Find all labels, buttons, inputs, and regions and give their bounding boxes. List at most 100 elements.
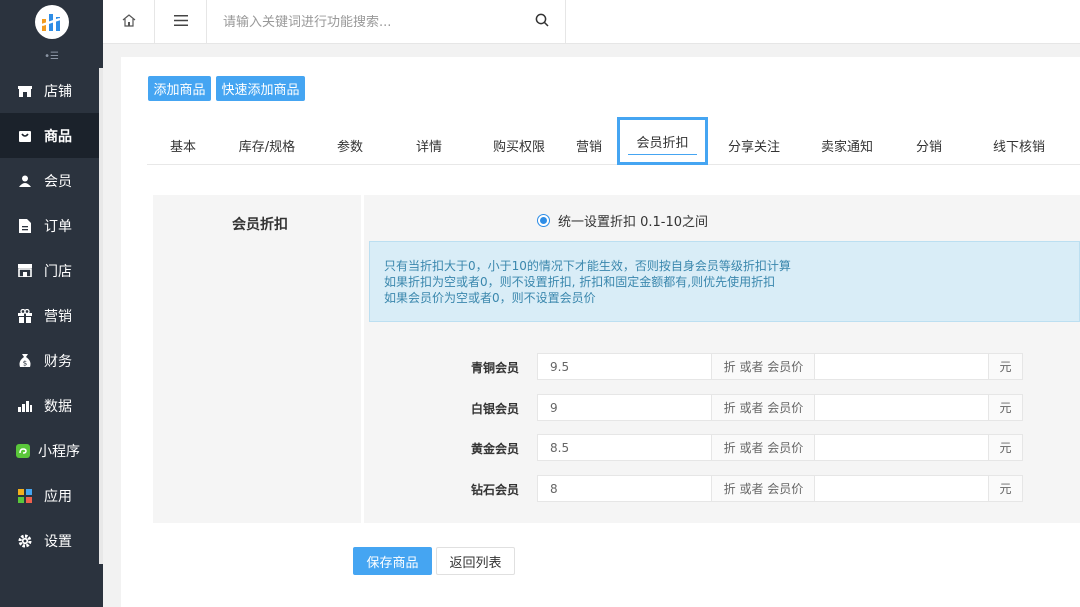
tab-seller-notify[interactable]: 卖家通知: [812, 125, 882, 165]
tab-bar: 基本 库存/规格 参数 详情 购买权限 营销 会员折扣 分享关注 卖家通知 分销…: [147, 117, 1080, 165]
sidebar-item-marketing[interactable]: 营销: [0, 293, 103, 338]
unit-addon: 元: [988, 475, 1023, 502]
member-level-row: 白银会员 折 或者 会员价 元: [364, 394, 1080, 421]
sidebar-item-label: 营销: [44, 308, 72, 325]
sidebar-item-member[interactable]: 会员: [0, 158, 103, 203]
active-tab-underline: [628, 154, 697, 155]
sidebar-item-settings[interactable]: 设置: [0, 518, 103, 563]
order-icon: [18, 218, 32, 233]
tab-basic[interactable]: 基本: [157, 125, 209, 165]
goods-icon: [18, 129, 32, 143]
tab-offline-verify[interactable]: 线下核销: [977, 125, 1061, 165]
discount-input[interactable]: [538, 359, 711, 374]
main-content: 添加商品 快速添加商品 基本 库存/规格 参数 详情 购买权限 营销 会员折扣 …: [121, 57, 1080, 607]
notice-line: 只有当折扣大于0，小于10的情况下才能生效，否则按自身会员等级折扣计算: [384, 259, 791, 273]
tab-member-discount-label: 会员折扣: [636, 135, 689, 151]
tab-stock-spec[interactable]: 库存/规格: [234, 125, 300, 165]
sidebar-item-apps[interactable]: 应用: [0, 473, 103, 518]
sidebar-item-label: 数据: [44, 398, 72, 415]
discount-addon: 折 或者 会员价: [712, 394, 815, 421]
unit-addon: 元: [988, 353, 1023, 380]
member-price-field: [814, 434, 989, 461]
bar-chart-icon: [18, 399, 32, 413]
member-price-field: [814, 475, 989, 502]
discount-field: [537, 394, 712, 421]
sidebar-item-data[interactable]: 数据: [0, 383, 103, 428]
member-price-input[interactable]: [815, 359, 988, 374]
discount-addon: 折 或者 会员价: [712, 475, 815, 502]
gear-icon: [18, 534, 32, 548]
member-price-input[interactable]: [815, 440, 988, 455]
search-input[interactable]: [223, 14, 503, 30]
section-label: 会员折扣: [232, 217, 288, 233]
tab-purchase-permission[interactable]: 购买权限: [484, 125, 554, 165]
sidebar-item-order[interactable]: 订单: [0, 203, 103, 248]
unit-addon: 元: [988, 394, 1023, 421]
member-level-label: 青铜会员: [470, 361, 519, 375]
unit-addon: 元: [988, 434, 1023, 461]
sidebar-item-shop[interactable]: 门店: [0, 248, 103, 293]
discount-field: [537, 434, 712, 461]
member-price-field: [814, 394, 989, 421]
unified-discount-option[interactable]: 统一设置折扣 0.1-10之间: [537, 211, 708, 230]
discount-input[interactable]: [538, 481, 711, 496]
sidebar-item-goods[interactable]: 商品: [0, 113, 103, 158]
menu-toggle-button[interactable]: [155, 0, 207, 44]
sidebar-item-mini-program[interactable]: 小程序: [0, 428, 103, 473]
sidebar-item-label: 订单: [44, 218, 72, 235]
sidebar-item-label: 店铺: [44, 83, 72, 100]
logo[interactable]: [34, 5, 69, 39]
sidebar-item-label: 小程序: [38, 443, 80, 460]
svg-text:$: $: [23, 359, 27, 367]
money-bag-icon: $: [18, 353, 32, 368]
member-level-label: 钻石会员: [470, 483, 519, 497]
discount-field: [537, 353, 712, 380]
tab-detail[interactable]: 详情: [402, 125, 456, 165]
store-icon: [18, 84, 32, 98]
sidebar-item-label: 财务: [44, 353, 72, 370]
discount-notice: 只有当折扣大于0，小于10的情况下才能生效，否则按自身会员等级折扣计算 如果折扣…: [369, 241, 1080, 322]
member-level-row: 青铜会员 折 或者 会员价 元: [364, 353, 1080, 380]
member-level-row: 钻石会员 折 或者 会员价 元: [364, 475, 1080, 502]
tab-params[interactable]: 参数: [323, 125, 377, 165]
logo-area: [0, 0, 103, 44]
sidebar-item-store[interactable]: 店铺: [0, 68, 103, 113]
member-price-input[interactable]: [815, 481, 988, 496]
collapse-menu-icon[interactable]: •☰: [0, 44, 103, 68]
discount-form-panel: 统一设置折扣 0.1-10之间 只有当折扣大于0，小于10的情况下才能生效，否则…: [364, 195, 1080, 523]
back-to-list-button[interactable]: 返回列表: [436, 547, 515, 575]
sidebar-scrollbar[interactable]: [99, 68, 103, 564]
member-icon: [18, 174, 32, 188]
mini-program-icon: [16, 443, 30, 458]
apps-icon: [18, 488, 32, 503]
tab-member-discount[interactable]: 会员折扣: [617, 117, 708, 165]
search-box: [207, 0, 566, 44]
quick-add-goods-button[interactable]: 快速添加商品: [216, 76, 305, 101]
discount-input[interactable]: [538, 440, 711, 455]
member-price-field: [814, 353, 989, 380]
gift-icon: [18, 308, 32, 323]
shop-icon: [18, 264, 32, 278]
member-level-label: 黄金会员: [470, 442, 519, 456]
top-bar: [103, 0, 1080, 44]
sidebar-item-label: 商品: [44, 128, 72, 145]
sidebar-item-label: 应用: [44, 488, 72, 505]
home-icon: [122, 13, 136, 31]
search-icon[interactable]: [535, 13, 549, 31]
radio-selected[interactable]: [537, 214, 550, 227]
sidebar-item-finance[interactable]: $ 财务: [0, 338, 103, 383]
home-button[interactable]: [103, 0, 155, 44]
tab-distribution[interactable]: 分销: [902, 125, 956, 165]
save-goods-button[interactable]: 保存商品: [353, 547, 432, 575]
discount-field: [537, 475, 712, 502]
add-goods-button[interactable]: 添加商品: [148, 76, 211, 101]
sidebar-item-label: 设置: [44, 533, 72, 550]
member-level-row: 黄金会员 折 或者 会员价 元: [364, 434, 1080, 461]
tab-share-follow[interactable]: 分享关注: [719, 125, 789, 165]
discount-input[interactable]: [538, 400, 711, 415]
discount-addon: 折 或者 会员价: [712, 434, 815, 461]
member-price-input[interactable]: [815, 400, 988, 415]
tab-marketing[interactable]: 营销: [562, 125, 616, 165]
sidebar-item-label: 门店: [44, 263, 72, 280]
member-level-label: 白银会员: [470, 402, 519, 416]
